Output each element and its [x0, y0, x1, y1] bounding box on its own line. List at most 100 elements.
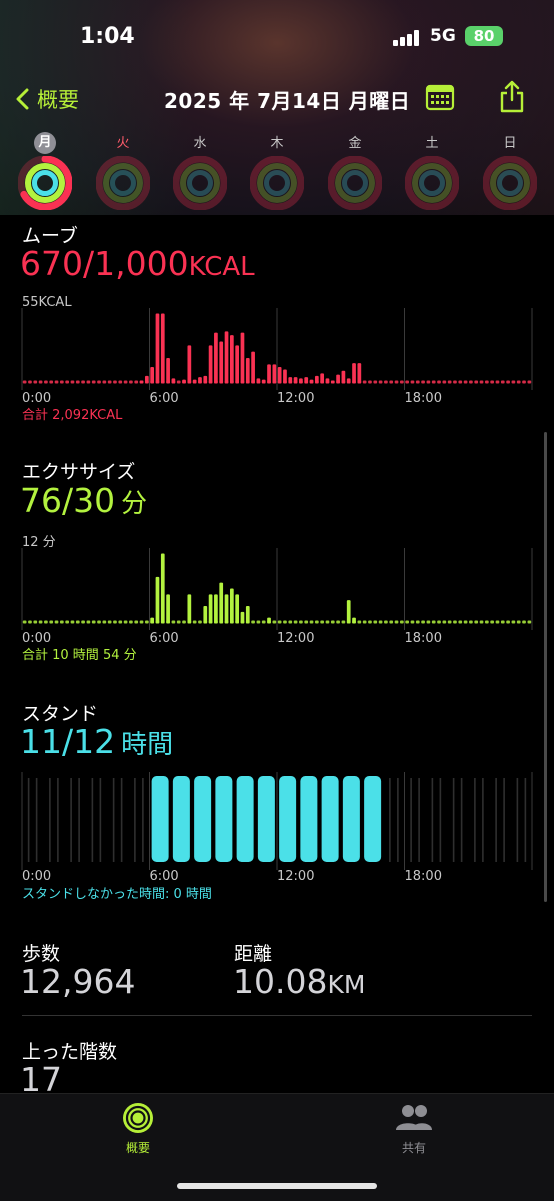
x-tick-label: 0:00 [22, 391, 51, 406]
baseline-dot [522, 620, 526, 624]
tab-summary[interactable]: 概要 [112, 1102, 164, 1156]
baseline-dot [362, 380, 367, 384]
chart-bar [235, 345, 240, 384]
x-tick-label: 18:00 [405, 631, 442, 646]
baseline-dot [65, 380, 70, 384]
battery-indicator: 80 [465, 26, 503, 46]
day-label[interactable]: 水 [185, 132, 215, 151]
baseline-dot [437, 380, 441, 384]
chart-bar [235, 594, 240, 624]
baseline-dot [479, 620, 484, 624]
day-label[interactable]: 木 [262, 132, 292, 151]
move-chart: 55KCAL 0:00 6:00 12:00 18:00 合計 2,092KCAL [21, 295, 533, 423]
back-button[interactable]: 概要 [15, 84, 79, 114]
calendar-icon[interactable] [425, 82, 455, 112]
tab-sharing[interactable]: 共有 [388, 1102, 440, 1156]
chart-bar [240, 332, 245, 384]
baseline-dot [362, 620, 367, 624]
baseline-dot [495, 620, 500, 624]
share-icon[interactable] [498, 80, 526, 114]
chart-bar [224, 594, 229, 624]
baseline-dot [54, 620, 59, 624]
chart-bar [187, 345, 192, 384]
chart-bar [229, 335, 234, 384]
chart-bar [272, 364, 277, 384]
scrollbar[interactable] [544, 432, 547, 902]
baseline-dot [330, 620, 335, 624]
chart-bar [283, 369, 287, 384]
baseline-dot [484, 380, 489, 384]
activity-ring-icon[interactable] [18, 156, 72, 210]
baseline-dot [437, 620, 441, 624]
baseline-dot [277, 620, 282, 624]
baseline-dot [389, 380, 394, 384]
baseline-dot [527, 620, 532, 624]
baseline-dot [86, 380, 91, 384]
activity-ring-icon[interactable] [483, 156, 537, 210]
x-tick-label: 12:00 [277, 391, 314, 406]
x-tick-label: 6:00 [150, 391, 179, 406]
chart-bar [245, 358, 250, 384]
chart-bar [256, 378, 261, 384]
baseline-dot [405, 380, 410, 384]
x-tick-label: 6:00 [150, 631, 179, 646]
baseline-dot [453, 380, 457, 384]
chart-bar [245, 606, 250, 624]
baseline-dot [288, 620, 293, 624]
chart-bar [203, 375, 208, 384]
activity-ring-icon[interactable] [328, 156, 382, 210]
baseline-dot [399, 620, 404, 624]
baseline-dot [500, 380, 505, 384]
day-label[interactable]: 土 [417, 132, 447, 151]
day-label[interactable]: 金 [340, 132, 370, 151]
day-letter: 火 [116, 136, 130, 151]
steps-value: 12,964 [20, 962, 136, 1001]
baseline-dot [490, 380, 495, 384]
chart-bar [160, 553, 165, 624]
chart-bar [293, 377, 298, 384]
chart-bar [346, 378, 351, 384]
distance-unit: KM [327, 970, 366, 999]
page-title: 2025 年 7月14日 月曜日 [164, 89, 411, 113]
baseline-dot [500, 620, 505, 624]
day-letter: 水 [193, 136, 207, 151]
baseline-dot [447, 620, 452, 624]
x-tick-label: 0:00 [22, 869, 51, 884]
people-icon [396, 1105, 432, 1130]
baseline-dot [458, 380, 463, 384]
baseline-dot [426, 620, 431, 624]
baseline-dot [192, 620, 197, 624]
cellular-signal-icon [393, 30, 419, 46]
tab-summary-label: 概要 [125, 1141, 150, 1155]
baseline-dot [176, 380, 181, 384]
chart-bar [314, 375, 319, 384]
x-tick-label: 12:00 [277, 631, 314, 646]
chevron-left-icon [16, 88, 29, 110]
status-time: 1:04 [80, 24, 135, 49]
baseline-dot [516, 380, 521, 384]
baseline-dot [368, 380, 372, 384]
chart-total: 合計 10 時間 54 分 [22, 647, 137, 663]
activity-ring-icon[interactable] [405, 156, 459, 210]
x-tick-label: 12:00 [277, 869, 314, 884]
baseline-dot [123, 620, 128, 624]
baseline-dot [59, 380, 64, 384]
baseline-dot [421, 620, 425, 624]
x-tick-label: 0:00 [22, 631, 51, 646]
baseline-dot [28, 380, 32, 384]
chart-bar [139, 380, 144, 384]
baseline-dot [336, 620, 340, 624]
baseline-dot [378, 380, 383, 384]
activity-ring-icon[interactable] [250, 156, 304, 210]
day-label[interactable]: 火 [108, 132, 138, 151]
day-label[interactable]: 月 [30, 132, 60, 154]
baseline-dot [198, 620, 202, 624]
activity-ring-icon[interactable] [96, 156, 150, 210]
baseline-dot [102, 620, 107, 624]
battery-level: 80 [473, 27, 495, 45]
x-tick-label: 6:00 [150, 869, 179, 884]
chart-bar [304, 377, 309, 384]
activity-ring-icon[interactable] [173, 156, 227, 210]
day-label[interactable]: 日 [495, 132, 525, 151]
move-value-number: 670/1,000 [20, 244, 189, 283]
